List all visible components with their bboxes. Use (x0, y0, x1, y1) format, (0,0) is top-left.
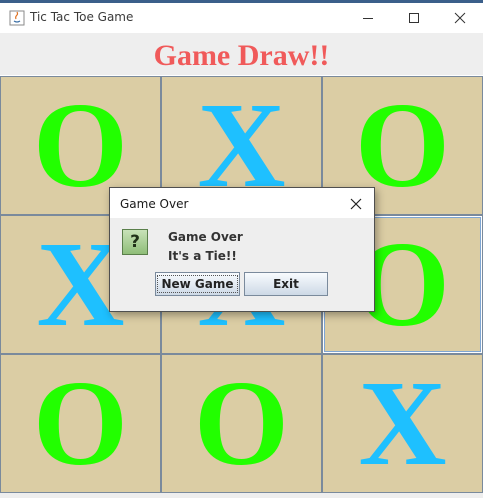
minimize-icon (363, 18, 373, 19)
question-icon: ? (122, 229, 148, 255)
new-game-button[interactable]: New Game (155, 272, 240, 296)
close-icon (350, 198, 362, 210)
close-window-button[interactable] (437, 3, 483, 33)
maximize-button[interactable] (391, 3, 437, 33)
exit-button-label: Exit (273, 277, 299, 291)
close-icon (454, 12, 466, 24)
java-app-icon (9, 10, 25, 26)
maximize-icon (409, 13, 419, 23)
window-title: Tic Tac Toe Game (30, 10, 134, 24)
board-cell-8[interactable]: O (161, 354, 322, 493)
minimize-button[interactable] (345, 3, 391, 33)
cell-mark: O (194, 355, 289, 491)
dialog-body: ? Game Over It's a Tie!! New Game Exit (110, 218, 374, 311)
status-banner: Game Draw!! (0, 33, 483, 75)
game-over-dialog: Game Over ? Game Over It's a Tie!! New G… (109, 187, 375, 312)
window-bottom-border (0, 494, 483, 498)
board-cell-7[interactable]: O (0, 354, 161, 493)
cell-mark: O (33, 355, 128, 491)
title-bar[interactable]: Tic Tac Toe Game (0, 3, 483, 33)
board-cell-9[interactable]: X (322, 354, 483, 493)
dialog-close-button[interactable] (344, 194, 368, 214)
dialog-message-line-2: It's a Tie!! (168, 249, 237, 263)
dialog-title: Game Over (120, 197, 189, 211)
cell-mark: X (358, 355, 447, 491)
dialog-message-line-1: Game Over (168, 230, 243, 244)
new-game-button-label: New Game (157, 275, 238, 293)
game-status-text: Game Draw!! (153, 39, 330, 72)
exit-button[interactable]: Exit (244, 272, 328, 296)
